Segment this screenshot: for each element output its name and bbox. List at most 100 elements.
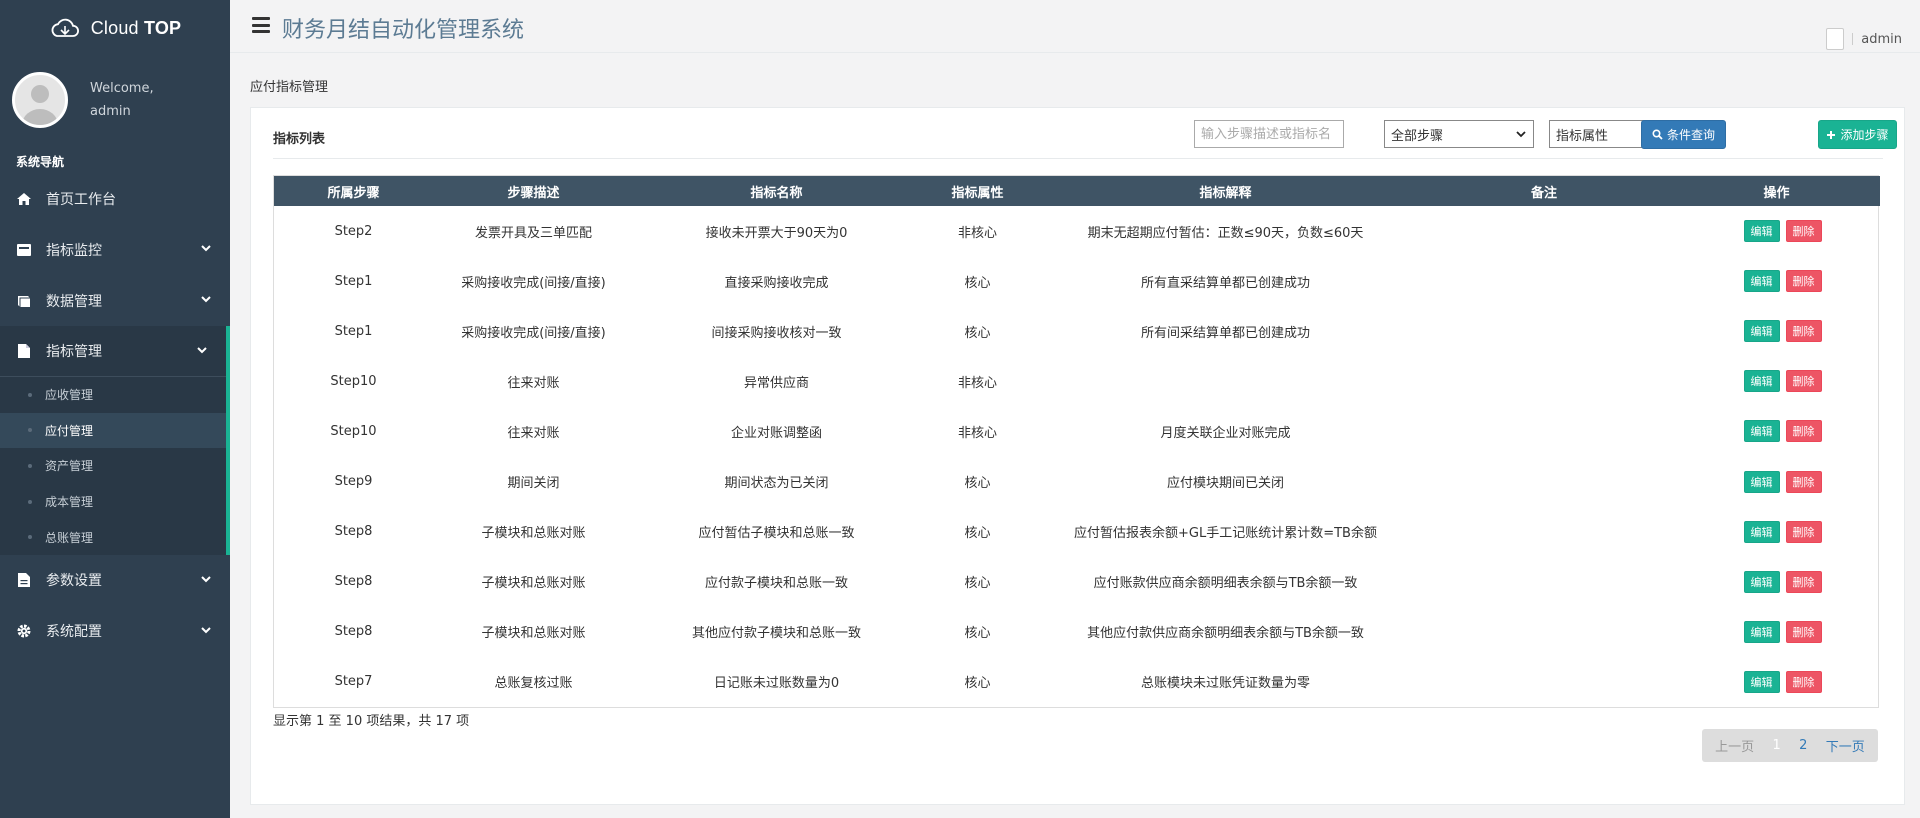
sidebar-subitem-receivable[interactable]: 应收管理: [0, 377, 226, 413]
cell-indicator-name: 异常供应商: [743, 375, 809, 391]
delete-button[interactable]: 删除: [1785, 270, 1822, 293]
column-header: 指标解释: [1199, 185, 1252, 201]
cell-actions: 编辑 删除: [1673, 406, 1880, 456]
user-avatar-icon[interactable]: [1826, 28, 1845, 50]
pagination: 上一页 1 2 下一页: [1702, 729, 1878, 762]
cell-explanation: 所有直采结算单都已创建成功: [1140, 275, 1310, 291]
edit-button[interactable]: 编辑: [1743, 370, 1780, 393]
cell-step: Step2: [334, 223, 373, 239]
edit-button[interactable]: 编辑: [1743, 520, 1780, 543]
cell-description: 子模块和总账对账: [481, 626, 586, 642]
prev-page-button[interactable]: 上一页: [1715, 736, 1754, 755]
edit-button[interactable]: 编辑: [1743, 420, 1780, 443]
next-page-button[interactable]: 下一页: [1826, 736, 1865, 755]
cell-step: Step10: [330, 373, 377, 389]
edit-button[interactable]: 编辑: [1743, 570, 1780, 593]
edit-button[interactable]: 编辑: [1743, 670, 1780, 693]
cell-attribute: 非核心: [957, 225, 997, 241]
bullet-dot-icon: [28, 463, 32, 468]
delete-button[interactable]: 删除: [1785, 370, 1822, 393]
cell-remark: [1415, 356, 1673, 406]
table-row: Step8 子模块和总账对账 应付暂估子模块和总账一致 核心 应付暂估报表余额+…: [274, 507, 1880, 557]
nav-title: 系统导航: [16, 155, 65, 169]
cell-actions: 编辑 删除: [1673, 356, 1880, 406]
sidebar-item-params[interactable]: 参数设置: [0, 555, 230, 606]
cell-indicator-name: 直接采购接收完成: [724, 275, 829, 291]
table-row: Step1 采购接收完成(间接/直接) 直接采购接收完成 核心 所有直采结算单都…: [274, 256, 1880, 306]
cell-actions: 编辑 删除: [1673, 456, 1880, 506]
cell-attribute: 核心: [964, 626, 991, 642]
delete-button[interactable]: 删除: [1785, 570, 1822, 593]
edit-button[interactable]: 编辑: [1743, 470, 1780, 493]
column-header: 所属步骤: [327, 185, 380, 201]
sidebar-subitem-assets[interactable]: 资产管理: [0, 448, 226, 484]
panel-header: 指标列表 全部步骤 指标属性 条件查询 添加步骤: [273, 108, 1897, 159]
delete-button[interactable]: 删除: [1785, 220, 1822, 243]
query-button[interactable]: 条件查询: [1641, 120, 1726, 149]
menu-toggle-icon[interactable]: [252, 17, 270, 33]
sidebar-subitem-cost[interactable]: 成本管理: [0, 484, 226, 520]
delete-button[interactable]: 删除: [1785, 320, 1822, 343]
brand-logo[interactable]: Cloud TOP: [0, 0, 230, 57]
page-2-button[interactable]: 2: [1799, 738, 1807, 753]
column-header: 指标属性: [951, 185, 1004, 201]
search-input[interactable]: [1194, 120, 1344, 148]
user-menu[interactable]: admin: [1826, 28, 1902, 50]
cell-description: 期间关闭: [507, 476, 560, 492]
profile-username: admin: [90, 104, 131, 119]
cell-remark: [1415, 507, 1673, 557]
pagination-summary: 显示第 1 至 10 项结果，共 17 项: [273, 714, 470, 729]
cell-remark: [1415, 256, 1673, 306]
step-filter-select[interactable]: 全部步骤: [1384, 120, 1534, 148]
home-icon: [16, 191, 32, 207]
delete-button[interactable]: 删除: [1785, 470, 1822, 493]
cloud-logo-icon: [51, 18, 79, 37]
cell-step: Step1: [334, 323, 373, 339]
add-step-button[interactable]: 添加步骤: [1818, 120, 1897, 149]
cell-attribute: 非核心: [957, 375, 997, 391]
delete-button[interactable]: 删除: [1785, 620, 1822, 643]
column-header: 操作: [1763, 185, 1790, 201]
cell-indicator-name: 接收未开票大于90天为0: [705, 225, 848, 241]
cell-step: Step8: [334, 524, 373, 540]
cell-description: 子模块和总账对账: [481, 526, 586, 542]
book-icon: [16, 293, 32, 309]
cell-explanation: 其他应付款供应商余额明细表余额与TB余额一致: [1087, 626, 1364, 642]
chevron-down-icon: [197, 347, 207, 354]
sidebar-item-monitor[interactable]: 指标监控: [0, 224, 230, 275]
cell-attribute: 非核心: [957, 425, 997, 441]
page-1-button[interactable]: 1: [1773, 738, 1781, 753]
edit-button[interactable]: 编辑: [1743, 320, 1780, 343]
cell-remark: [1415, 206, 1673, 256]
header-username[interactable]: admin: [1861, 32, 1902, 47]
avatar[interactable]: [12, 72, 68, 128]
cell-remark: [1415, 557, 1673, 607]
table-row: Step7 总账复核过账 日记账未过账数量为0 核心 总账模块未过账凭证数量为零…: [274, 657, 1880, 707]
delete-button[interactable]: 删除: [1785, 520, 1822, 543]
edit-button[interactable]: 编辑: [1743, 270, 1780, 293]
monitor-icon: [16, 242, 32, 258]
cell-remark: [1415, 456, 1673, 506]
sidebar-item-indicator-mgmt[interactable]: 指标管理: [0, 326, 226, 377]
cell-explanation: 总账模块未过账凭证数量为零: [1140, 676, 1310, 692]
sidebar-subitem-ledger[interactable]: 总账管理: [0, 519, 226, 555]
plus-icon: [1827, 130, 1836, 139]
cell-step: Step9: [334, 474, 373, 490]
indicator-list-panel: 指标列表 全部步骤 指标属性 条件查询 添加步骤 所属步骤 步骤: [250, 107, 1905, 805]
edit-button[interactable]: 编辑: [1743, 220, 1780, 243]
cell-attribute: 核心: [964, 676, 991, 692]
sidebar-item-data[interactable]: 数据管理: [0, 275, 230, 326]
table-row: Step10 往来对账 企业对账调整函 非核心 月度关联企业对账完成 编辑 删除: [274, 406, 1880, 456]
sidebar-item-home[interactable]: 首页工作台: [0, 173, 230, 224]
delete-button[interactable]: 删除: [1785, 420, 1822, 443]
chevron-down-icon: [201, 296, 211, 303]
user-silhouette-icon: [22, 85, 58, 125]
brand-name: Cloud TOP: [90, 18, 182, 38]
search-icon: [1652, 129, 1663, 140]
edit-button[interactable]: 编辑: [1743, 620, 1780, 643]
cell-explanation: 应付模块期间已关闭: [1166, 476, 1284, 492]
delete-button[interactable]: 删除: [1785, 670, 1822, 693]
cell-description: 子模块和总账对账: [481, 576, 586, 592]
sidebar-subitem-payable[interactable]: 应付管理: [0, 412, 226, 449]
sidebar-item-system[interactable]: 系统配置: [0, 606, 230, 657]
